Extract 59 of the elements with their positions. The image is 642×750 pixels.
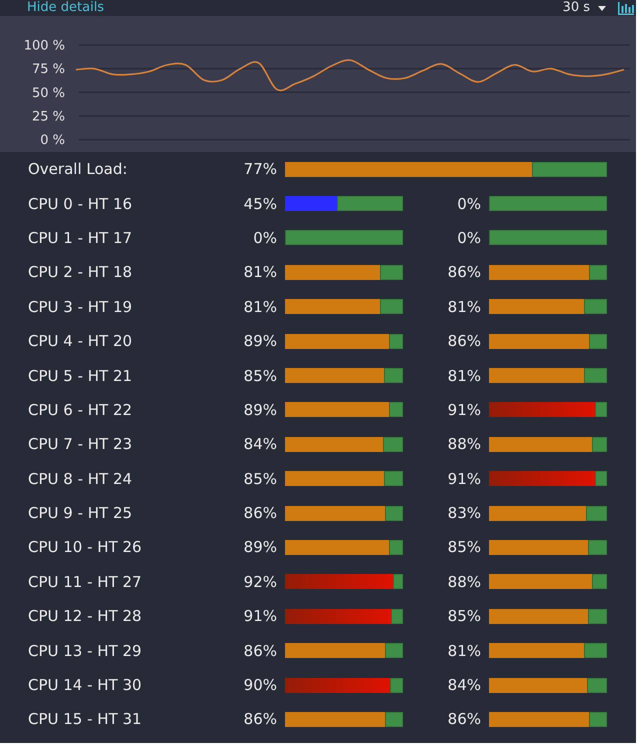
load-percent: 0% [253,228,277,247]
cpu-label: CPU 10 - HT 26 [28,538,143,556]
axis-tick-label: 100 % [24,38,65,54]
overall-load-label: Overall Load: [28,160,128,178]
load-percent: 91% [448,400,481,419]
load-percent: 83% [448,504,481,522]
cpu-label: CPU 8 - HT 24 [28,470,134,488]
cpu-label: CPU 1 - HT 17 [28,228,134,247]
load-percent: 0% [457,194,481,213]
load-percent: 86% [244,504,277,522]
load-percent: 90% [244,676,277,694]
load-percent: 86% [448,263,481,282]
load-percent: 92% [244,572,277,591]
caret-icon [598,6,606,10]
cpu-label: CPU 11 - HT 27 [28,572,143,591]
cpu-label: CPU 12 - HT 28 [28,607,143,626]
load-percent: 81% [448,642,481,660]
cpu-label: CPU 6 - HT 22 [28,400,134,419]
cpu-label: CPU 15 - HT 31 [28,710,143,728]
load-percent: 86% [244,642,277,660]
axis-tick-label: 0 % [40,133,65,148]
load-percent: 45% [244,194,277,213]
load-percent: 88% [448,435,481,454]
load-percent: 91% [244,607,277,626]
cpu-label: CPU 13 - HT 29 [28,642,143,660]
cpu-label: CPU 7 - HT 23 [28,435,134,454]
load-percent: 81% [448,298,481,316]
cpu-label: CPU 5 - HT 21 [28,366,134,385]
load-percent: 81% [244,263,277,282]
load-percent: 88% [448,572,481,591]
cpu-label: CPU 14 - HT 30 [28,676,143,694]
load-percent: 81% [244,298,277,316]
load-percent: 86% [448,710,481,728]
load-percent: 91% [448,470,481,488]
load-percent: 84% [244,435,277,454]
load-percent: 81% [448,366,481,385]
hide-details-link[interactable]: Hide details [27,0,104,16]
load-percent: 89% [244,332,277,350]
load-percent: 85% [244,470,277,488]
load-percent: 77% [244,160,277,178]
load-percent: 86% [244,710,277,728]
time-range-dropdown[interactable]: 30 s [558,0,610,16]
axis-tick-label: 75 % [32,62,65,78]
axis-tick-label: 50 % [32,86,65,101]
cpu-label: CPU 2 - HT 18 [28,263,134,282]
load-percent: 85% [448,538,481,556]
load-percent: 86% [448,332,481,350]
cpu-label: CPU 3 - HT 19 [28,298,134,316]
load-percent: 89% [244,538,277,556]
cpu-label: CPU 9 - HT 25 [28,504,134,522]
load-percent: 85% [448,607,481,626]
load-percent: 0% [457,228,481,247]
axis-tick-label: 25 % [32,109,65,124]
load-percent: 84% [448,676,481,694]
load-percent: 85% [244,366,277,385]
bar-chart-icon[interactable] [618,2,634,14]
load-percent: 89% [244,400,277,419]
cpu-label: CPU 4 - HT 20 [28,332,134,350]
cpu-label: CPU 0 - HT 16 [28,194,134,213]
